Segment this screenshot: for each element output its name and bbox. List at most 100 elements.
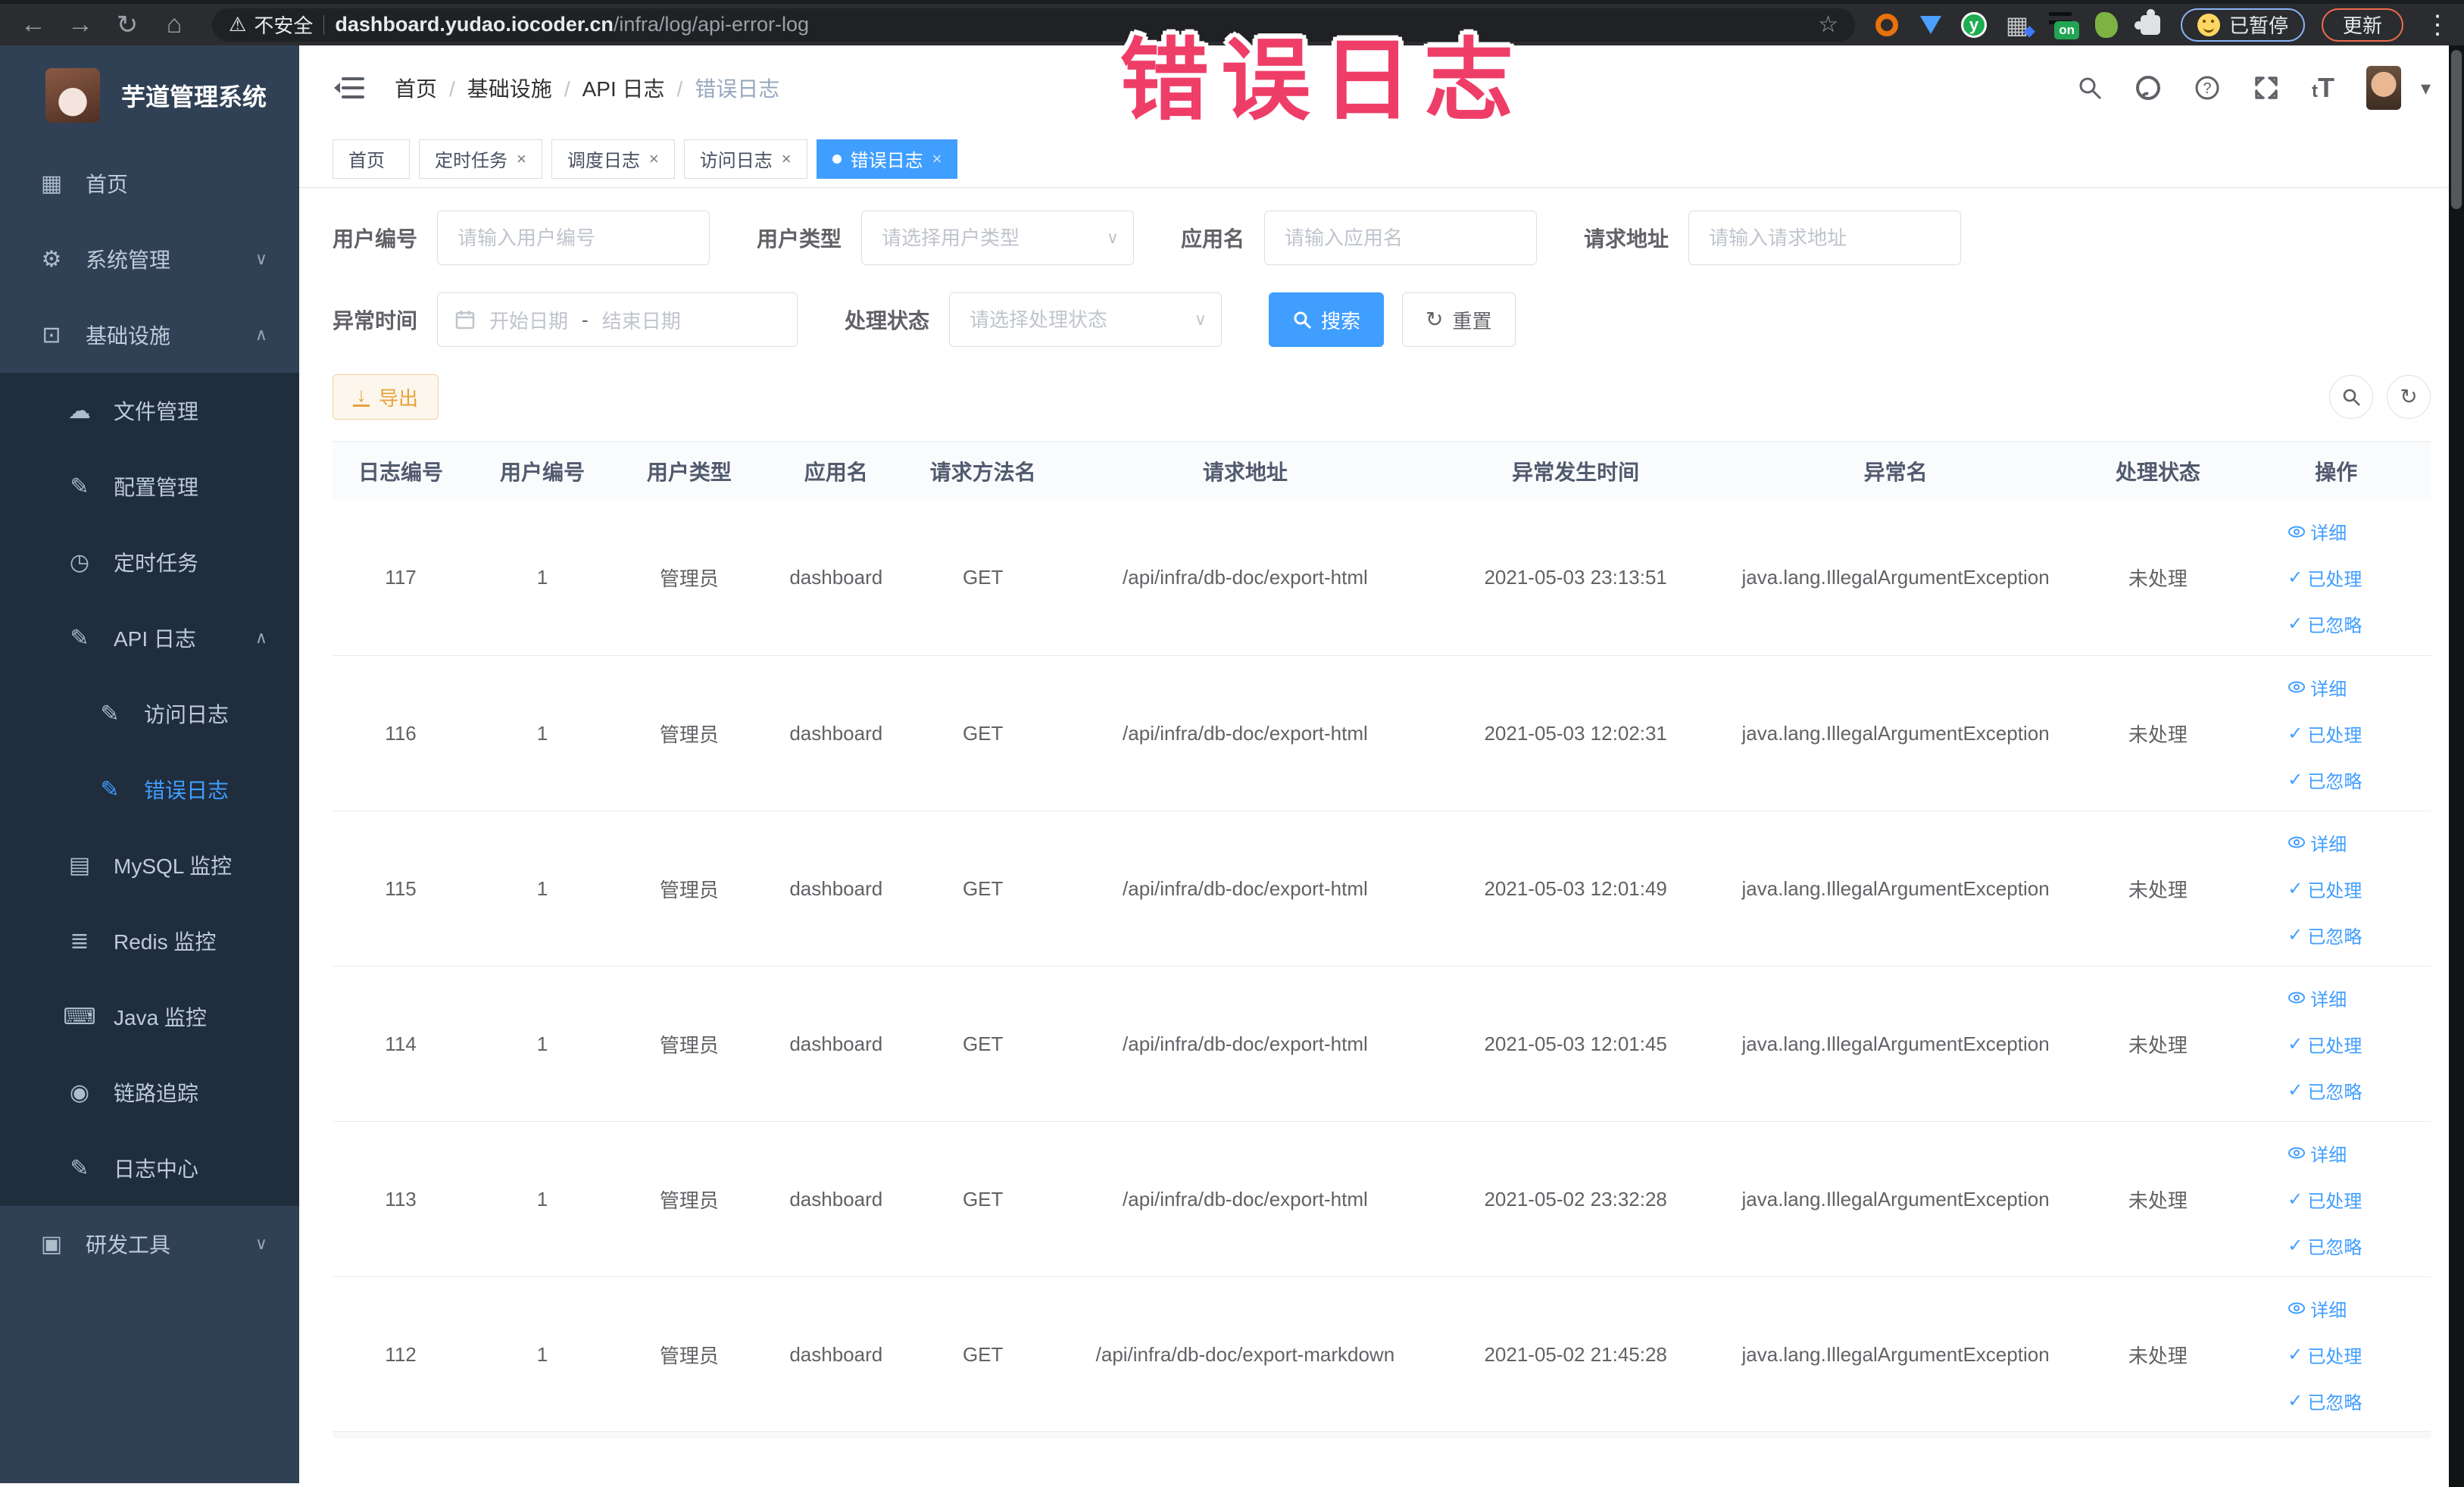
mark-ignored-link[interactable]: ✓ 已忽略 <box>2288 922 2362 948</box>
detail-link[interactable]: 详细 <box>2288 829 2347 856</box>
sidebar-menu-item[interactable]: ⌨ Java 监控 <box>0 979 299 1054</box>
status-select[interactable] <box>949 292 1223 347</box>
extension-grid-icon[interactable]: ▦ ◆ <box>2003 11 2035 39</box>
sidebar-menu-item[interactable]: ✎ 错误日志 <box>0 751 299 827</box>
search-icon[interactable] <box>2077 75 2103 101</box>
mark-processed-link[interactable]: ✓ 已处理 <box>2288 1186 2362 1213</box>
menu-item-icon: ✎ <box>100 701 120 726</box>
refresh-icon: ↻ <box>1426 308 1444 331</box>
filter-input[interactable] <box>861 211 1135 265</box>
mark-processed-link[interactable]: ✓ 已处理 <box>2288 1031 2362 1057</box>
browser-update-button[interactable]: 更新 <box>2321 8 2403 42</box>
export-button[interactable]: ↓ 导出 <box>333 374 439 420</box>
browser-back-icon[interactable]: ← <box>14 10 53 39</box>
filter-input[interactable] <box>437 211 710 265</box>
filter-input[interactable] <box>1264 211 1538 265</box>
cell-exception-time: 2021-05-02 23:32:28 <box>1484 1187 1667 1211</box>
tab-close-icon[interactable]: × <box>517 149 526 169</box>
help-icon[interactable]: ? <box>2194 74 2221 102</box>
cell-user-id: 1 <box>536 566 548 589</box>
extensions-puzzle-icon[interactable] <box>2134 8 2164 39</box>
chevron-icon: ∧ <box>255 325 267 344</box>
breadcrumb-item[interactable]: API 日志 <box>582 73 695 103</box>
mark-ignored-link[interactable]: ✓ 已忽略 <box>2288 611 2362 637</box>
sidebar-menu-item[interactable]: ◷ 定时任务 <box>0 524 299 600</box>
view-tab[interactable]: 错误日志 × <box>816 139 958 179</box>
mark-ignored-link[interactable]: ✓ 已忽略 <box>2288 1388 2362 1414</box>
search-button[interactable]: 搜索 <box>1269 292 1385 347</box>
sidebar: 芋道管理系统 ▦ 首页 ⚙ 系统管理 ∨ ⊡ 基础设施 ∧ ☁ 文件管理 ✎ 配… <box>0 45 299 1483</box>
sidebar-menu-item[interactable]: ▣ 研发工具 ∨ <box>0 1206 299 1282</box>
table-row: 115 1 管理员 dashboard GET /api/infra/db-do… <box>333 811 2431 966</box>
sidebar-menu-item[interactable]: ▦ 首页 <box>0 145 299 221</box>
view-tab[interactable]: 首页 <box>333 139 410 179</box>
bookmark-star-icon[interactable]: ☆ <box>1818 11 1838 38</box>
detail-link[interactable]: 详细 <box>2288 1295 2347 1322</box>
address-bar[interactable]: ⚠ 不安全 dashboard.yudao.iocoder.cn/infra/l… <box>212 8 1855 42</box>
browser-reload-icon[interactable]: ↻ <box>108 10 147 40</box>
detail-link[interactable]: 详细 <box>2288 674 2347 701</box>
extension-frog-icon[interactable] <box>2093 11 2120 39</box>
security-chip[interactable]: ⚠ 不安全 <box>229 11 313 39</box>
date-range-picker[interactable]: 开始日期 - 结束日期 <box>437 292 798 347</box>
sidebar-menu-item[interactable]: ✎ 配置管理 <box>0 448 299 524</box>
mark-processed-link[interactable]: ✓ 已处理 <box>2288 720 2362 747</box>
toggle-search-button[interactable] <box>2329 375 2373 419</box>
reset-button[interactable]: ↻ 重置 <box>1402 292 1516 347</box>
user-avatar[interactable] <box>2366 66 2401 110</box>
refresh-table-button[interactable]: ↻ <box>2387 375 2431 419</box>
app-title: 芋道管理系统 <box>121 83 267 111</box>
check-icon: ✓ <box>2288 1344 2303 1365</box>
github-icon[interactable] <box>2135 74 2162 102</box>
detail-link[interactable]: 详细 <box>2288 518 2347 545</box>
filter-input[interactable] <box>1688 211 1962 265</box>
view-tab[interactable]: 调度日志 × <box>551 139 675 179</box>
tab-close-icon[interactable]: × <box>649 149 659 169</box>
sidebar-menu-item[interactable]: ✎ API 日志 ∧ <box>0 600 299 676</box>
mark-processed-link[interactable]: ✓ 已处理 <box>2288 1342 2362 1368</box>
sidebar-menu-item[interactable]: ✎ 日志中心 <box>0 1130 299 1206</box>
sidebar-menu-item[interactable]: ◉ 链路追踪 <box>0 1054 299 1130</box>
mark-ignored-link[interactable]: ✓ 已忽略 <box>2288 767 2362 793</box>
breadcrumb-item[interactable]: 首页 <box>395 73 467 103</box>
mark-ignored-link[interactable]: ✓ 已忽略 <box>2288 1232 2362 1259</box>
view-tab[interactable]: 定时任务 × <box>419 139 542 179</box>
sidebar-menu-item[interactable]: ☁ 文件管理 <box>0 373 299 448</box>
cell-log-id: 115 <box>385 876 417 900</box>
menu-item-label: 链路追踪 <box>114 1082 199 1105</box>
mark-ignored-link[interactable]: ✓ 已忽略 <box>2288 1077 2362 1104</box>
menu-item-label: Java 监控 <box>114 1006 207 1029</box>
url-host: dashboard.yudao.iocoder.cn <box>335 13 614 36</box>
paused-extension-pill[interactable]: 已暂停 <box>2180 8 2305 42</box>
extension-on-icon[interactable]: on <box>2047 11 2079 39</box>
avatar-caret-icon[interactable]: ▾ <box>2421 77 2431 100</box>
cell-method: GET <box>962 876 1004 900</box>
sidebar-menu-item[interactable]: ≣ Redis 监控 <box>0 903 299 979</box>
app-logo-row[interactable]: 芋道管理系统 <box>0 45 299 145</box>
detail-link[interactable]: 详细 <box>2288 985 2347 1011</box>
scrollbar-thumb[interactable] <box>2451 50 2462 209</box>
view-tab[interactable]: 访问日志 × <box>683 139 807 179</box>
browser-forward-icon[interactable]: → <box>61 10 100 39</box>
extension-y-icon[interactable]: y <box>1960 11 1987 38</box>
sidebar-menu-item[interactable]: ⚙ 系统管理 ∨ <box>0 221 299 297</box>
extension-gem-icon[interactable] <box>1917 11 1944 39</box>
sidebar-menu-item[interactable]: ⊡ 基础设施 ∧ <box>0 297 299 373</box>
tab-close-icon[interactable]: × <box>782 149 792 169</box>
mark-processed-link[interactable]: ✓ 已处理 <box>2288 876 2362 902</box>
filter-label: 用户编号 <box>333 227 418 251</box>
tab-close-icon[interactable]: × <box>932 149 942 169</box>
sidebar-menu-item[interactable]: ✎ 访问日志 <box>0 676 299 751</box>
detail-link[interactable]: 详细 <box>2288 1140 2347 1167</box>
fullscreen-icon[interactable] <box>2253 74 2280 102</box>
cell-method: GET <box>962 1032 1004 1055</box>
breadcrumb-item[interactable]: 错误日志 <box>695 73 779 103</box>
sidebar-fold-icon[interactable] <box>333 74 364 102</box>
breadcrumb-item[interactable]: 基础设施 <box>467 73 582 103</box>
sidebar-menu-item[interactable]: ▤ MySQL 监控 <box>0 827 299 903</box>
mark-processed-link[interactable]: ✓ 已处理 <box>2288 564 2362 591</box>
browser-home-icon[interactable]: ⌂ <box>155 10 194 39</box>
extension-orange-icon[interactable] <box>1873 11 1900 39</box>
browser-menu-icon[interactable]: ⋮ <box>2425 10 2450 40</box>
text-size-icon[interactable]: tT <box>2312 72 2334 104</box>
